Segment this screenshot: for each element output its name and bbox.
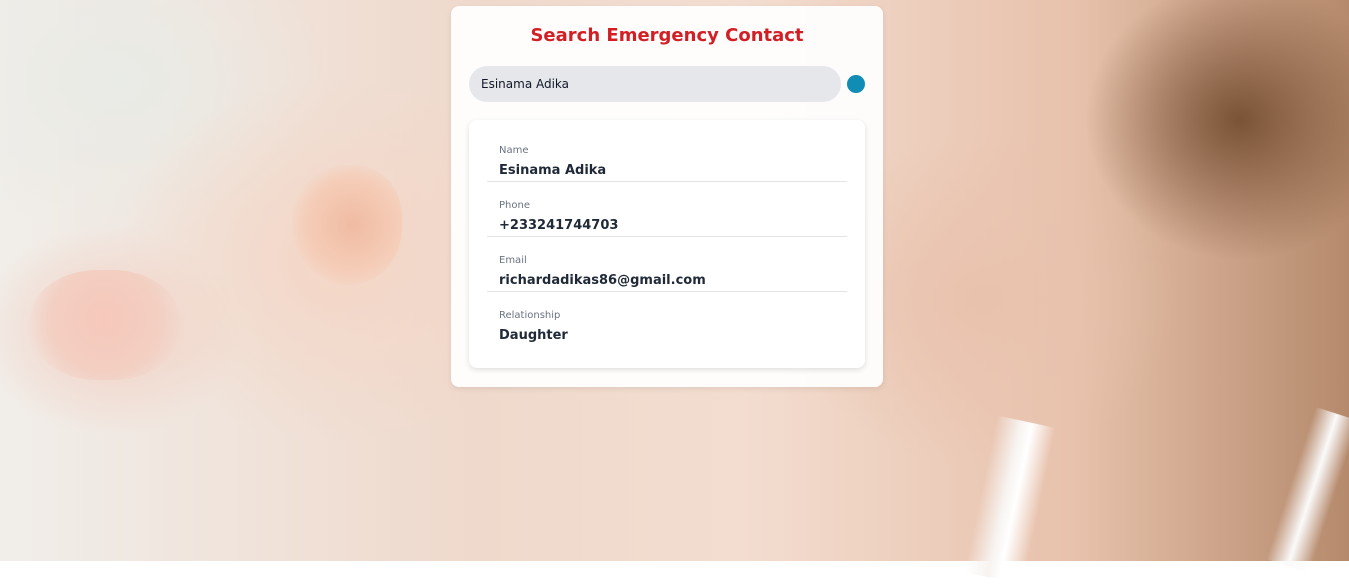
- field-value: Daughter: [499, 328, 568, 343]
- field-label: Name: [499, 145, 529, 156]
- search-row: [469, 66, 865, 102]
- status-indicator-icon: [847, 75, 865, 93]
- page-title: Search Emergency Contact: [530, 25, 804, 46]
- contact-card: Name Esinama Adika Phone +233241744703 E…: [469, 120, 865, 368]
- field-label: Relationship: [499, 310, 561, 321]
- background-photo-detail: [964, 415, 1056, 585]
- background-photo-detail: [292, 165, 402, 285]
- search-input[interactable]: [469, 66, 841, 102]
- field-value: Esinama Adika: [499, 163, 607, 178]
- contact-field-relationship: Relationship Daughter: [487, 292, 847, 347]
- field-value: +233241744703: [499, 218, 619, 233]
- field-label: Phone: [499, 200, 530, 211]
- background-photo-detail: [1266, 406, 1349, 574]
- contact-field-phone: Phone +233241744703: [487, 182, 847, 237]
- contact-field-name: Name Esinama Adika: [487, 127, 847, 182]
- field-label: Email: [499, 255, 527, 266]
- background-photo-detail: [30, 270, 180, 380]
- search-panel: Search Emergency Contact Name Esinama Ad…: [451, 6, 883, 387]
- contact-field-email: Email richardadikas86@gmail.com: [487, 237, 847, 292]
- field-value: richardadikas86@gmail.com: [499, 273, 706, 288]
